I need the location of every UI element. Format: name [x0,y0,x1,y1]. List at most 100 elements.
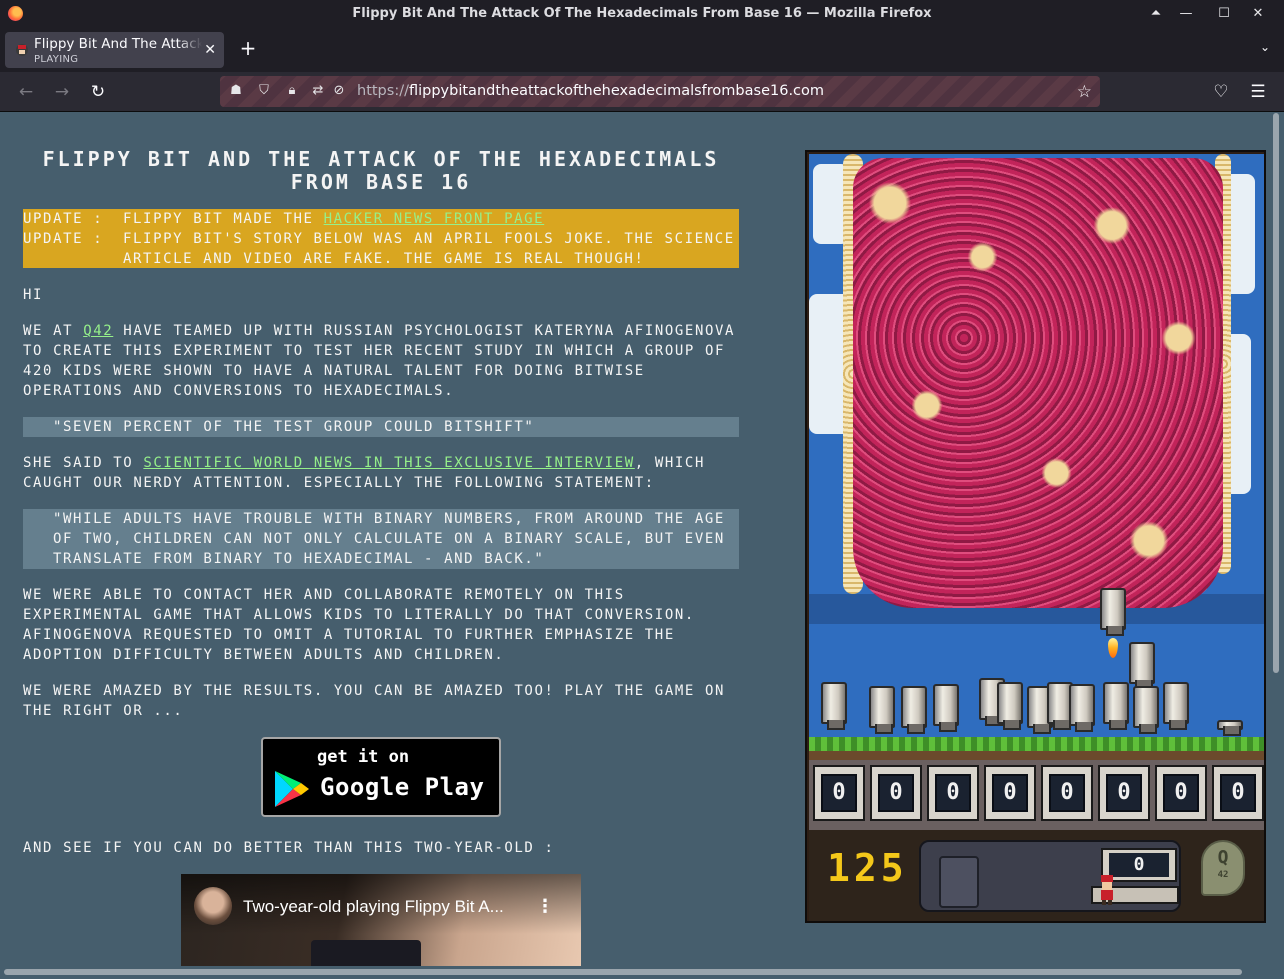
bit-buttons: 0 0 0 0 0 0 0 0 [809,760,1264,830]
update-text: Flippy Bit made the Hacker News front pa… [123,209,735,229]
control-console: 0 [919,840,1181,912]
update-text-prefix: Flippy Bit made the [123,211,324,227]
navigation-toolbar: ← → ↻ ☗ ⛉ 🔒︎ ⇄ ⊘ https://flippybitandthe… [0,72,1284,112]
quote-bitshift: "Seven percent of the test group could b… [23,417,739,437]
google-play-line1: get it on [317,747,410,767]
window-menu-icon[interactable]: ⏶ [1146,4,1166,24]
ground-canister [1217,720,1243,736]
bit-value: 0 [1163,774,1199,812]
intro-paragraph: We at Q42 have teamed up with Russian ps… [23,321,739,401]
bookmark-star-icon[interactable]: ☆ [1077,82,1092,102]
bit-button[interactable]: 0 [870,765,922,821]
bit-button[interactable]: 0 [984,765,1036,821]
vertical-scrollbar-thumb[interactable] [1273,113,1279,673]
google-play-icon [275,771,309,807]
ground-canister [869,686,895,734]
close-window-button[interactable]: ✕ [1248,4,1268,24]
bullet-canister [1129,642,1155,690]
intro-text: have teamed up with Russian psychologist… [23,323,736,399]
video-tablet [311,940,421,966]
bit-button[interactable]: 0 [1212,765,1264,821]
update-banner: Update : Flippy Bit made the Hacker News… [23,209,739,268]
bit-button[interactable]: 0 [1098,765,1150,821]
tab-playing-label: PLAYING [34,54,79,65]
bit-value: 0 [878,774,914,812]
reload-button[interactable]: ↻ [86,80,110,104]
q42-letter: Q [1217,847,1229,868]
url-domain: flippybitandtheattackofthehexadecimalsfr… [408,83,825,99]
game-canvas[interactable]: 0 0 0 0 0 0 0 0 125 0 Q 42 [805,150,1266,923]
lock-icon[interactable]: 🔒︎ [284,83,300,99]
embedded-video[interactable]: Two-year-old playing Flippy Bit A... ⋮ [181,874,581,966]
q42-link[interactable]: Q42 [83,323,113,339]
ground-canister [1103,682,1129,730]
url-protocol: https:// [357,83,409,99]
collaboration-paragraph: We were able to contact her and collabor… [23,587,695,663]
ground-canister [901,686,927,734]
new-tab-button[interactable]: + [238,38,258,58]
bit-value: 0 [992,774,1028,812]
quote-binary: "While adults have trouble with binary n… [23,509,739,569]
intro-text-prefix: We at [23,323,84,339]
update-row: Update : Flippy Bit's story below was an… [23,229,739,269]
permissions-icon[interactable]: ⇄ [310,83,326,99]
autoplay-blocked-icon[interactable]: ⊘ [331,83,347,99]
address-bar[interactable]: ☗ ⛉ 🔒︎ ⇄ ⊘ https://flippybitandtheattack… [220,76,1100,107]
url-text[interactable]: https://flippybitandtheattackofthehexade… [357,83,824,99]
update-label: Update : [23,211,104,227]
bit-button[interactable]: 0 [813,765,865,821]
tracking-protection-shield-icon[interactable]: ⛉ [256,83,272,99]
minimize-button[interactable]: — [1176,4,1196,24]
hacker-news-link[interactable]: Hacker News front page [324,211,545,227]
console-door [939,856,979,908]
bit-button[interactable]: 0 [1155,765,1207,821]
video-more-icon[interactable]: ⋮ [536,896,554,917]
tab-close-icon[interactable]: ✕ [204,42,216,58]
bit-button[interactable]: 0 [1041,765,1093,821]
bit-button[interactable]: 0 [927,765,979,821]
bit-value: 0 [1106,774,1142,812]
vertical-scrollbar[interactable] [1272,113,1280,965]
q42-number: 42 [1217,870,1229,880]
horizontal-scrollbar[interactable] [0,966,1284,979]
bullet-canister [1100,588,1126,636]
tab-title: Flippy Bit And The Attack Of The Hexadec… [34,36,202,52]
challenge-paragraph: And see if you can do better than this t… [23,840,555,856]
update-label: Update : [23,231,104,247]
grass [809,737,1264,751]
ground-canister [1163,682,1189,730]
interview-paragraph: She said to Scientific World News in thi… [23,453,739,493]
google-play-badge[interactable]: get it on Google Play [261,737,501,817]
update-text: Flippy Bit's story below was an April Fo… [123,231,735,267]
game-sky [809,154,1264,744]
tab-strip: Flippy Bit And The Attack Of The Hexadec… [0,28,1284,72]
greeting: Hi [23,287,44,303]
window-title: Flippy Bit And The Attack Of The Hexadec… [352,6,932,21]
target-value: 0 [1109,853,1169,877]
page-title: Flippy Bit And The Attack Of The Hexadec… [42,147,720,194]
maximize-button[interactable]: ☐ [1214,4,1234,24]
window-titlebar: Flippy Bit And The Attack Of The Hexadec… [0,0,1284,28]
ground-canister [1069,684,1095,732]
channel-avatar[interactable] [194,887,232,925]
q42-logo-icon: Q 42 [1201,840,1245,896]
interview-link[interactable]: Scientific World News in this exclusive … [143,455,634,471]
tab-favicon-icon [16,44,28,56]
interview-text-prefix: She said to [23,455,144,471]
list-all-tabs-icon[interactable]: ⌄ [1260,40,1270,54]
results-paragraph: We were amazed by the results. You can b… [23,683,726,719]
bit-value: 0 [1220,774,1256,812]
video-title[interactable]: Two-year-old playing Flippy Bit A... [243,897,504,917]
private-browsing-icon[interactable]: ☗ [228,83,244,99]
tab-flippy-bit[interactable]: Flippy Bit And The Attack Of The Hexadec… [5,32,224,68]
update-row: Update : Flippy Bit made the Hacker News… [23,209,739,229]
ground-canister [1133,686,1159,734]
page-content: Flippy Bit And The Attack Of The Hexadec… [0,113,1284,966]
horizontal-scrollbar-thumb[interactable] [4,969,1242,975]
score: 125 [827,846,908,890]
pocket-icon[interactable]: ♡ [1209,80,1233,104]
app-menu-icon[interactable]: ☰ [1246,80,1270,104]
ground-canister [933,684,959,732]
back-button[interactable]: ← [14,80,38,104]
forward-button[interactable]: → [50,80,74,104]
